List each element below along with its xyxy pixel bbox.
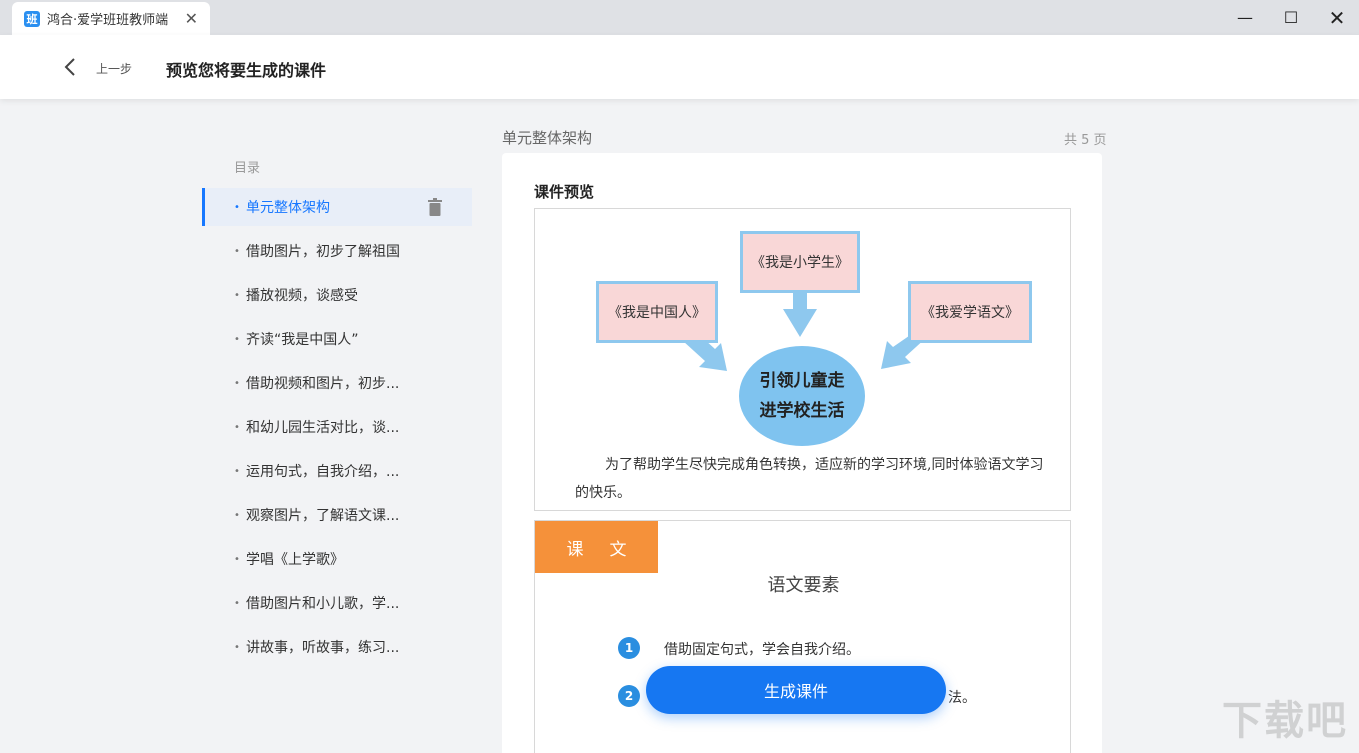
toc-item[interactable]: 借助图片，初步了解祖国 — [202, 229, 472, 273]
minimize-button[interactable]: — — [1222, 0, 1268, 35]
slide-thumbnail[interactable]: 《我是小学生》 《我是中国人》 《我爱学语文》 引领儿童走 进学校生活 为了帮助… — [534, 208, 1071, 511]
number-badge: 1 — [618, 637, 640, 659]
toc-item[interactable]: 单元整体架构 — [202, 188, 472, 226]
toc-item[interactable]: 讲故事，听故事，练习... — [202, 625, 472, 669]
close-window-button[interactable]: ✕ — [1314, 0, 1359, 35]
tab-title: 鸿合·爱学班班教师端 — [47, 13, 169, 28]
generate-courseware-button[interactable]: 生成课件 — [646, 666, 946, 714]
point-text: 借助固定句式，学会自我介绍。 — [664, 642, 860, 658]
page-count: 共 5 页 — [1064, 133, 1107, 148]
toc-item-label: 借助图片和小儿歌，学... — [246, 596, 400, 612]
toc-item-label: 单元整体架构 — [246, 200, 330, 216]
toc-item[interactable]: 借助视频和图片，初步... — [202, 361, 472, 405]
card-title: 课件预览 — [534, 183, 595, 201]
center-line-1: 引领儿童走 — [759, 371, 845, 391]
slide-thumbnail[interactable]: 课文 语文要素 1 借助固定句式，学会自我介绍。 2 法。 — [534, 520, 1071, 753]
app-tab[interactable]: 班 鸿合·爱学班班教师端 ✕ — [12, 2, 210, 35]
toc-item-label: 学唱《上学歌》 — [246, 552, 344, 568]
trash-icon[interactable] — [428, 198, 442, 216]
toc-title: 目录 — [234, 161, 261, 176]
slide-label: 课文 — [535, 521, 658, 573]
toc-item-label: 借助图片，初步了解祖国 — [246, 244, 400, 260]
center-line-2: 进学校生活 — [759, 401, 845, 421]
toc-item[interactable]: 学唱《上学歌》 — [202, 537, 472, 581]
toc-item-label: 借助视频和图片，初步... — [246, 376, 400, 392]
chevron-left-icon[interactable] — [60, 55, 80, 79]
toc-item[interactable]: 播放视频，谈感受 — [202, 273, 472, 317]
tab-close-icon[interactable]: ✕ — [185, 9, 198, 28]
slide-title: 语文要素 — [767, 575, 840, 596]
toc-item[interactable]: 和幼儿园生活对比，谈... — [202, 405, 472, 449]
toc-item-label: 和幼儿园生活对比，谈... — [246, 420, 400, 436]
toc-item-label: 运用句式，自我介绍，... — [246, 464, 400, 480]
app-logo-icon: 班 — [24, 10, 40, 27]
toc-item-label: 观察图片，了解语文课... — [246, 508, 400, 524]
page-header: 上一步 预览您将要生成的课件 — [0, 35, 1359, 99]
toc-item-label: 齐读“我是中国人” — [246, 332, 359, 348]
center-circle: 引领儿童走 进学校生活 — [739, 346, 865, 446]
point-text: 法。 — [948, 690, 976, 706]
box-right: 《我爱学语文》 — [908, 281, 1032, 343]
box-top: 《我是小学生》 — [740, 231, 860, 293]
number-badge: 2 — [618, 685, 640, 707]
slide-caption: 为了帮助学生尽快完成角色转换，适应新的学习环境,同时体验语文学习的快乐。 — [575, 457, 1044, 501]
maximize-button[interactable]: ☐ — [1268, 0, 1314, 35]
back-button[interactable]: 上一步 — [96, 60, 132, 77]
preview-card: 课件预览 《我是小学生》 《我是中国人》 《我爱学语文》 引领儿童走 进学校生活… — [502, 153, 1102, 753]
toc-list: 单元整体架构 借助图片，初步了解祖国 播放视频，谈感受 齐读“我是中国人” 借助… — [202, 185, 472, 669]
toc-item[interactable]: 齐读“我是中国人” — [202, 317, 472, 361]
box-left: 《我是中国人》 — [596, 281, 718, 343]
toc-item[interactable]: 借助图片和小儿歌，学... — [202, 581, 472, 625]
toc-item-label: 讲故事，听故事，练习... — [246, 640, 400, 656]
toc-item[interactable]: 观察图片，了解语文课... — [202, 493, 472, 537]
toc-item-label: 播放视频，谈感受 — [246, 288, 358, 304]
section-name: 单元整体架构 — [502, 129, 593, 147]
watermark: 下载吧 — [1222, 698, 1348, 744]
page-title: 预览您将要生成的课件 — [166, 61, 327, 80]
title-bar: 班 鸿合·爱学班班教师端 ✕ — ☐ ✕ — [0, 0, 1359, 35]
toc-item[interactable]: 运用句式，自我介绍，... — [202, 449, 472, 493]
